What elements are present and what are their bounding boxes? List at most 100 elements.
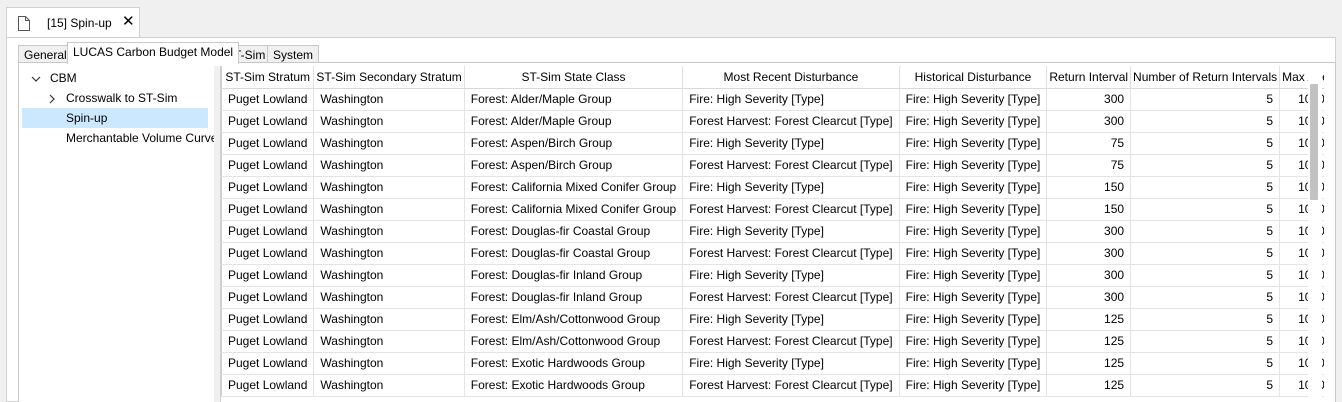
table-cell[interactable]: Puget Lowland (221, 264, 315, 287)
table-cell[interactable]: 125 (1046, 352, 1132, 375)
table-cell[interactable]: Forest: Exotic Hardwoods Group (464, 352, 684, 375)
table-cell[interactable]: Puget Lowland (221, 330, 315, 353)
row-header[interactable] (221, 264, 222, 287)
table-row[interactable]: Puget Lowland Washington Forest: Exotic Ha… (221, 374, 1324, 397)
row-header[interactable] (221, 308, 222, 331)
table-row[interactable]: Puget Lowland Washington Forest: Alder/Map… (221, 88, 1324, 111)
chevron-down-icon[interactable] (31, 74, 41, 84)
vertical-scrollbar-thumb[interactable] (1310, 84, 1318, 200)
chevron-right-icon[interactable] (47, 94, 57, 104)
table-cell[interactable]: Forest Harvest: Forest Clearcut [Type] (682, 286, 900, 309)
row-header[interactable] (221, 330, 222, 353)
table-cell[interactable]: Forest: California Mixed Conifer Group (464, 198, 684, 221)
tree-node-cbm[interactable]: CBM (22, 68, 212, 88)
row-header[interactable] (221, 286, 222, 309)
table-row[interactable]: Puget Lowland Washington Forest: Douglas-f… (221, 286, 1324, 309)
table-cell[interactable]: Puget Lowland (221, 154, 315, 177)
table-cell[interactable]: Washington (313, 154, 465, 177)
table-cell[interactable]: 125 (1046, 330, 1132, 353)
row-header[interactable] (221, 352, 222, 375)
table-row[interactable]: Puget Lowland Washington Forest: Douglas-f… (221, 264, 1324, 287)
column-header[interactable]: ST-Sim Stratum (221, 66, 315, 89)
table-cell[interactable]: Fire: High Severity [Type] (899, 352, 1048, 375)
table-cell[interactable]: Forest: Douglas-fir Inland Group (464, 286, 684, 309)
table-cell[interactable]: Forest: California Mixed Conifer Group (464, 176, 684, 199)
table-cell[interactable]: Puget Lowland (221, 352, 315, 375)
table-cell[interactable]: Puget Lowland (221, 220, 315, 243)
table-cell[interactable]: Fire: High Severity [Type] (899, 176, 1048, 199)
table-cell[interactable]: Washington (313, 374, 465, 397)
table-cell[interactable]: Washington (313, 242, 465, 265)
table-row[interactable]: Puget Lowland Washington Forest: Aspen/Bir… (221, 154, 1324, 177)
table-cell[interactable]: 75 (1046, 154, 1132, 177)
row-header[interactable] (221, 154, 222, 177)
row-header[interactable] (221, 242, 222, 265)
table-cell[interactable]: Forest: Alder/Maple Group (464, 110, 684, 133)
row-header[interactable] (221, 198, 222, 221)
table-cell[interactable]: 75 (1046, 132, 1132, 155)
table-cell[interactable]: 5 (1130, 132, 1281, 155)
table-cell[interactable]: Fire: High Severity [Type] (682, 220, 900, 243)
table-cell[interactable]: 5 (1130, 198, 1281, 221)
table-cell[interactable]: 5 (1130, 88, 1281, 111)
table-cell[interactable]: Washington (313, 88, 465, 111)
table-cell[interactable]: 5 (1130, 286, 1281, 309)
table-cell[interactable]: Fire: High Severity [Type] (899, 330, 1048, 353)
table-cell[interactable]: Fire: High Severity [Type] (682, 308, 900, 331)
table-cell[interactable]: 5 (1130, 374, 1281, 397)
table-row[interactable]: Puget Lowland Washington Forest: Exotic Ha… (221, 352, 1324, 375)
table-cell[interactable]: Washington (313, 220, 465, 243)
table-cell[interactable]: 300 (1046, 220, 1132, 243)
table-cell[interactable]: Fire: High Severity [Type] (899, 88, 1048, 111)
row-header[interactable] (221, 220, 222, 243)
table-cell[interactable]: Fire: High Severity [Type] (682, 176, 900, 199)
table-cell[interactable]: Forest: Douglas-fir Coastal Group (464, 242, 684, 265)
table-cell[interactable]: 300 (1046, 88, 1132, 111)
table-cell[interactable]: 5 (1130, 176, 1281, 199)
table-cell[interactable]: Puget Lowland (221, 242, 315, 265)
table-cell[interactable]: Forest Harvest: Forest Clearcut [Type] (682, 330, 900, 353)
column-header[interactable]: ST-Sim Secondary Stratum (313, 66, 465, 89)
table-cell[interactable]: Fire: High Severity [Type] (682, 132, 900, 155)
table-cell[interactable]: Forest Harvest: Forest Clearcut [Type] (682, 110, 900, 133)
table-cell[interactable]: Fire: High Severity [Type] (899, 132, 1048, 155)
table-cell[interactable]: Forest: Exotic Hardwoods Group (464, 374, 684, 397)
tree-node-crosswalk[interactable]: Crosswalk to ST-Sim (22, 88, 212, 108)
tab-lucas-carbon-budget-model[interactable]: LUCAS Carbon Budget Model (67, 42, 240, 64)
table-cell[interactable]: 300 (1046, 110, 1132, 133)
table-cell[interactable]: 5 (1130, 154, 1281, 177)
table-cell[interactable]: 300 (1046, 286, 1132, 309)
table-cell[interactable]: Fire: High Severity [Type] (899, 110, 1048, 133)
table-row[interactable]: Puget Lowland Washington Forest: Aspen/Bir… (221, 132, 1324, 155)
table-row[interactable]: Puget Lowland Washington Forest: Douglas-f… (221, 242, 1324, 265)
row-header[interactable] (221, 374, 222, 397)
document-tab-spin-up[interactable]: [15] Spin-up ✕ (6, 7, 140, 38)
table-cell[interactable]: 300 (1046, 264, 1132, 287)
table-cell[interactable]: Forest: Alder/Maple Group (464, 88, 684, 111)
table-cell[interactable]: Puget Lowland (221, 198, 315, 221)
tree-node-spin-up[interactable]: Spin-up (22, 108, 208, 128)
table-cell[interactable]: Forest Harvest: Forest Clearcut [Type] (682, 154, 900, 177)
table-cell[interactable]: Washington (313, 308, 465, 331)
table-cell[interactable]: Washington (313, 264, 465, 287)
column-header[interactable]: Number of Return Intervals (1130, 66, 1281, 89)
table-cell[interactable]: Forest: Aspen/Birch Group (464, 132, 684, 155)
table-cell[interactable]: Fire: High Severity [Type] (682, 88, 900, 111)
table-cell[interactable]: Fire: High Severity [Type] (899, 154, 1048, 177)
table-cell[interactable]: Puget Lowland (221, 176, 315, 199)
table-cell[interactable]: Washington (313, 110, 465, 133)
table-cell[interactable]: Puget Lowland (221, 286, 315, 309)
table-cell[interactable]: Fire: High Severity [Type] (899, 308, 1048, 331)
table-cell[interactable]: Puget Lowland (221, 374, 315, 397)
table-cell[interactable]: 5 (1130, 352, 1281, 375)
column-header[interactable]: Most Recent Disturbance (682, 66, 900, 89)
table-cell[interactable]: Fire: High Severity [Type] (682, 264, 900, 287)
table-cell[interactable]: Forest: Elm/Ash/Cottonwood Group (464, 330, 684, 353)
column-header[interactable]: Return Interval (1046, 66, 1132, 89)
table-cell[interactable]: 300 (1046, 242, 1132, 265)
table-cell[interactable]: Puget Lowland (221, 110, 315, 133)
table-row[interactable]: Puget Lowland Washington Forest: Alder/Map… (221, 110, 1324, 133)
table-cell[interactable]: Forest Harvest: Forest Clearcut [Type] (682, 374, 900, 397)
table-cell[interactable]: Washington (313, 132, 465, 155)
table-cell[interactable]: Washington (313, 352, 465, 375)
